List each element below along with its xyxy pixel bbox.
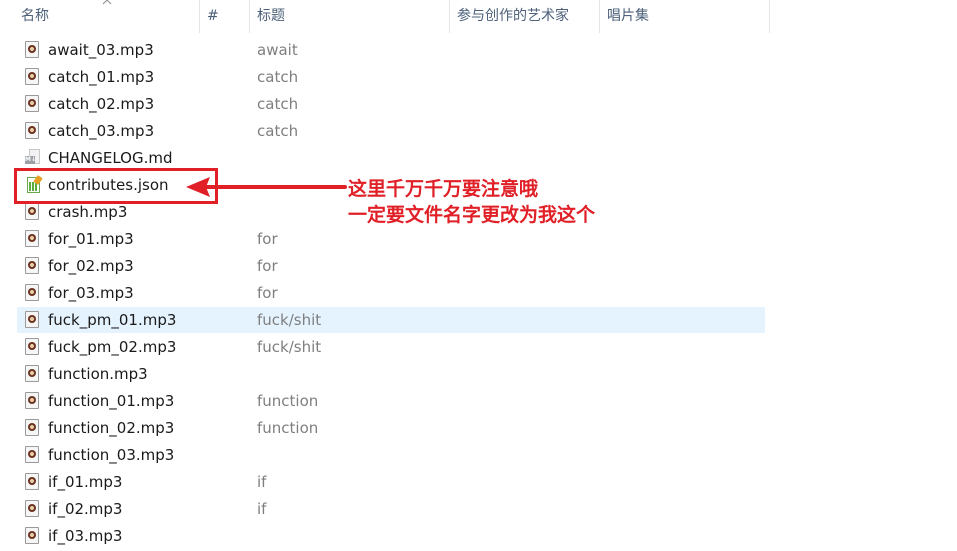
file-title: for (257, 284, 278, 302)
file-name: for_02.mp3 (48, 257, 134, 275)
file-title: fuck/shit (257, 338, 322, 356)
file-title: if (257, 500, 267, 518)
file-row[interactable]: function_01.mp3 function (17, 388, 765, 414)
file-name: fuck_pm_02.mp3 (48, 338, 177, 356)
audio-file-icon (25, 311, 41, 329)
file-row[interactable]: for_03.mp3 for (17, 280, 765, 306)
column-divider[interactable] (769, 0, 770, 33)
file-row[interactable]: function.mp3 (17, 361, 765, 387)
file-name: function_03.mp3 (48, 446, 175, 464)
file-row[interactable]: catch_03.mp3 catch (17, 118, 765, 144)
file-name: await_03.mp3 (48, 41, 154, 59)
file-title: catch (257, 95, 299, 113)
column-header-album[interactable]: 唱片集 (607, 0, 769, 33)
file-title: function (257, 392, 319, 410)
markdown-file-icon: M↓ (25, 149, 41, 167)
file-row[interactable]: await_03.mp3 await (17, 37, 765, 63)
file-name: catch_01.mp3 (48, 68, 155, 86)
file-name: if_02.mp3 (48, 500, 123, 518)
audio-file-icon (25, 41, 41, 59)
column-header-title[interactable]: 标题 (257, 0, 449, 33)
annotation-note: 这里千万千万要注意哦 一定要文件名字更改为我这个 (348, 176, 595, 228)
file-name: catch_02.mp3 (48, 95, 155, 113)
file-list: await_03.mp3 await catch_01.mp3 catch ca… (0, 0, 957, 551)
file-name: for_03.mp3 (48, 284, 134, 302)
audio-file-icon (25, 230, 41, 248)
audio-file-icon (25, 500, 41, 518)
audio-file-icon (25, 95, 41, 113)
sort-up-arrow-icon (102, 0, 112, 9)
audio-file-icon (25, 419, 41, 437)
file-row[interactable]: for_02.mp3 for (17, 253, 765, 279)
file-name: function_01.mp3 (48, 392, 175, 410)
audio-file-icon (25, 392, 41, 410)
column-header-number[interactable]: # (207, 0, 249, 33)
file-name: fuck_pm_01.mp3 (48, 311, 177, 329)
file-title: for (257, 257, 278, 275)
file-row[interactable]: if_03.mp3 (17, 523, 765, 549)
column-header-name-label: 名称 (21, 8, 49, 24)
annotation-line-1: 这里千万千万要注意哦 (348, 178, 539, 200)
red-arrow-icon (186, 177, 347, 197)
file-row[interactable]: for_01.mp3 for (17, 226, 765, 252)
audio-file-icon (25, 365, 41, 383)
file-name: if_03.mp3 (48, 527, 123, 545)
file-title: catch (257, 122, 299, 140)
file-row-selected[interactable]: fuck_pm_01.mp3 fuck/shit (17, 307, 765, 333)
column-divider[interactable] (199, 0, 200, 33)
file-name: function.mp3 (48, 365, 148, 383)
file-title: for (257, 230, 278, 248)
audio-file-icon (25, 257, 41, 275)
audio-file-icon (25, 338, 41, 356)
file-title: catch (257, 68, 299, 86)
column-divider[interactable] (599, 0, 600, 33)
file-row[interactable]: if_01.mp3 if (17, 469, 765, 495)
audio-file-icon (25, 68, 41, 86)
audio-file-icon (25, 527, 41, 545)
file-row[interactable]: fuck_pm_02.mp3 fuck/shit (17, 334, 765, 360)
column-divider[interactable] (449, 0, 450, 33)
file-row[interactable]: catch_02.mp3 catch (17, 91, 765, 117)
annotation-line-2: 一定要文件名字更改为我这个 (348, 204, 596, 226)
file-name: if_01.mp3 (48, 473, 123, 491)
file-row[interactable]: function_02.mp3 function (17, 415, 765, 441)
file-title: await (257, 41, 298, 59)
file-name: function_02.mp3 (48, 419, 175, 437)
column-header-album-label: 唱片集 (607, 8, 649, 24)
audio-file-icon (25, 473, 41, 491)
file-row[interactable]: catch_01.mp3 catch (17, 64, 765, 90)
column-header-artist-label: 参与创作的艺术家 (457, 8, 569, 24)
audio-file-icon (25, 122, 41, 140)
column-divider[interactable] (249, 0, 250, 33)
file-title: fuck/shit (257, 311, 322, 329)
file-name: catch_03.mp3 (48, 122, 155, 140)
audio-file-icon (25, 284, 41, 302)
audio-file-icon (25, 446, 41, 464)
file-row[interactable]: if_02.mp3 if (17, 496, 765, 522)
file-name: for_01.mp3 (48, 230, 134, 248)
audio-file-icon (25, 203, 41, 221)
file-row[interactable]: function_03.mp3 (17, 442, 765, 468)
column-header-number-label: # (207, 8, 219, 24)
column-header-title-label: 标题 (257, 8, 285, 24)
file-title: function (257, 419, 319, 437)
column-header-artist[interactable]: 参与创作的艺术家 (457, 0, 599, 33)
file-title: if (257, 473, 267, 491)
column-header-bar: 名称 # 标题 参与创作的艺术家 唱片集 (0, 0, 957, 33)
